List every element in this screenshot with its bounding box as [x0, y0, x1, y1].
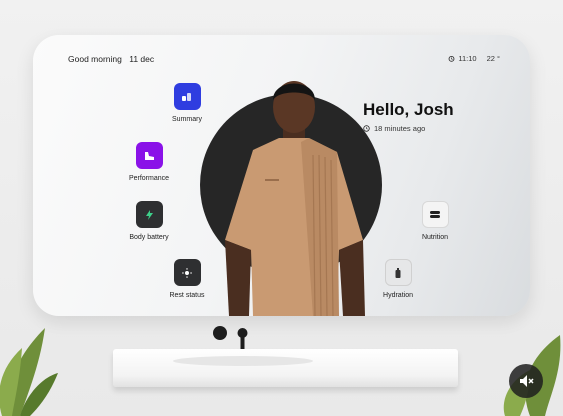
plant-left	[0, 328, 58, 416]
summary-label: Summary	[172, 116, 202, 123]
shoe-icon	[144, 151, 154, 160]
faucet-knob	[213, 326, 227, 340]
smart-mirror: Good morning 11 dec 11:10 22 ° Hello, Jo…	[33, 35, 530, 316]
widget-nutrition[interactable]: Nutrition	[400, 201, 470, 241]
last-seen: 18 minutes ago	[363, 124, 425, 133]
temperature-text: 22 °	[486, 54, 500, 63]
greeting-text: Good morning	[68, 54, 122, 64]
faucet-spout	[237, 328, 248, 351]
widget-hydration[interactable]: Hydration	[363, 259, 433, 299]
alarm-icon	[448, 55, 455, 62]
status-bar: 11:10 22 °	[448, 54, 500, 63]
food-icon	[430, 211, 440, 218]
hello-heading: Hello, Josh	[363, 100, 454, 119]
muted-speaker-icon	[520, 375, 534, 387]
clock-icon	[363, 125, 370, 132]
summary-icon	[182, 92, 191, 101]
hydration-label: Hydration	[383, 292, 413, 299]
sun-icon	[182, 267, 192, 278]
rest-status-label: Rest status	[169, 292, 205, 299]
body-battery-tile[interactable]	[135, 201, 163, 228]
bottle-icon	[395, 267, 401, 278]
rest-status-tile[interactable]	[173, 259, 201, 286]
greeting: Good morning 11 dec	[68, 54, 159, 64]
performance-tile[interactable]	[135, 142, 163, 169]
widget-rest-status[interactable]: Rest status	[152, 259, 222, 299]
hydration-tile[interactable]	[384, 259, 412, 286]
last-seen-text: 18 minutes ago	[374, 124, 426, 133]
battery-icon	[145, 209, 153, 220]
summary-tile[interactable]	[173, 83, 201, 110]
nutrition-tile[interactable]	[421, 201, 449, 228]
body-battery-label: Body battery	[129, 234, 169, 241]
sink-basin	[113, 349, 458, 387]
basin-bowl	[173, 356, 313, 366]
date-text: 11 dec	[129, 54, 155, 64]
nutrition-label: Nutrition	[421, 234, 449, 241]
widget-summary[interactable]: Summary	[152, 83, 222, 123]
widget-body-battery[interactable]: Body battery	[114, 201, 184, 241]
widget-performance[interactable]: Performance	[114, 142, 184, 182]
mute-button[interactable]	[509, 364, 543, 398]
time-text: 11:10	[458, 54, 477, 63]
person-photo	[225, 81, 365, 316]
performance-label: Performance	[128, 175, 170, 182]
